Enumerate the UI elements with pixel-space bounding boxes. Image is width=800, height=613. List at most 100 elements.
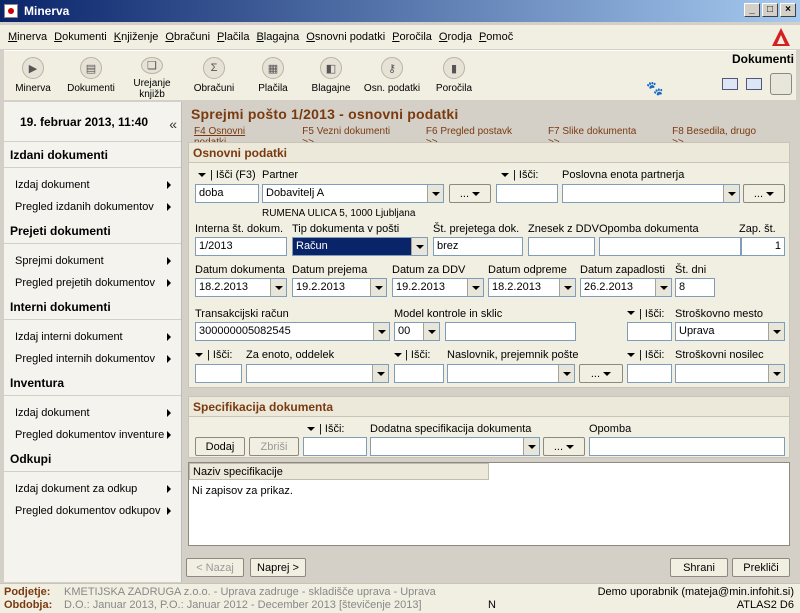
chevron-down-icon[interactable] xyxy=(558,365,574,382)
sidebar-item-izdaj-interni[interactable]: Izdaj interni dokument xyxy=(4,326,181,348)
delete-spec-button[interactable]: Zbriši xyxy=(249,437,299,456)
toolbar-osn-podatki-button[interactable]: ⚷ Osn. podatki xyxy=(360,51,424,100)
chevron-down-icon[interactable] xyxy=(427,185,443,202)
search-input[interactable]: doba xyxy=(195,184,259,203)
menu-dokumenti[interactable]: Dokumenti xyxy=(54,31,107,43)
enota-search-input[interactable] xyxy=(195,364,242,383)
spec-search-input[interactable] xyxy=(303,437,367,456)
next-button[interactable]: Naprej > xyxy=(250,558,306,577)
dropdown-arrow-icon[interactable] xyxy=(195,353,203,357)
menu-minerva[interactable]: Minerva xyxy=(8,31,47,43)
tip-dokumenta-select[interactable]: Račun xyxy=(292,237,428,256)
chevron-down-icon[interactable] xyxy=(372,365,388,382)
dropdown-arrow-icon[interactable] xyxy=(627,353,635,357)
dodatna-spec-combo[interactable] xyxy=(370,437,540,456)
save-button[interactable]: Shrani xyxy=(670,558,728,577)
menu-placila[interactable]: Plačila xyxy=(217,31,249,43)
sidebar-item-izdaj-dokument[interactable]: Izdaj dokument xyxy=(4,174,181,196)
naslovnik-combo[interactable] xyxy=(447,364,575,383)
za-enoto-combo[interactable] xyxy=(246,364,389,383)
back-button[interactable]: < Nazaj xyxy=(186,558,244,577)
dropdown-arrow-icon[interactable] xyxy=(394,353,402,357)
sidebar-item-pregled-odkupov[interactable]: Pregled dokumentov odkupov xyxy=(4,500,181,522)
dropdown-arrow-icon[interactable] xyxy=(501,173,509,177)
close-button[interactable]: × xyxy=(780,3,796,17)
chevron-down-icon[interactable] xyxy=(768,323,784,340)
chevron-down-icon[interactable] xyxy=(270,279,286,296)
chevron-down-icon[interactable] xyxy=(370,279,386,296)
sidebar-item-pregled-izdanih[interactable]: Pregled izdanih dokumentov xyxy=(4,196,181,218)
toolbar-urejanje-button[interactable]: ❑ Urejanje knjižb xyxy=(120,51,184,100)
business-unit-combo[interactable] xyxy=(562,184,740,203)
stroskovno-search-input[interactable] xyxy=(627,322,672,341)
menu-blagajna[interactable]: Blagajna xyxy=(256,31,299,43)
paw-icon[interactable]: 🐾 xyxy=(646,80,663,97)
sklic-input[interactable] xyxy=(445,322,576,341)
dropdown-arrow-icon[interactable] xyxy=(627,311,635,315)
cancel-button[interactable]: Prekliči xyxy=(732,558,790,577)
maximize-button[interactable]: □ xyxy=(762,3,778,17)
nosilec-search-input[interactable] xyxy=(627,364,672,383)
sidebar-item-pregled-prejetih[interactable]: Pregled prejetih dokumentov xyxy=(4,272,181,294)
datum-prejema-picker[interactable]: 19.2.2013 xyxy=(292,278,387,297)
chevron-down-icon[interactable] xyxy=(523,438,539,455)
partner-more-button[interactable]: ... xyxy=(449,184,491,203)
minimize-button[interactable]: _ xyxy=(744,3,760,17)
menu-pomoc[interactable]: Pomoč xyxy=(479,31,513,43)
partner-unit-search-input[interactable] xyxy=(496,184,558,203)
datum-dokumenta-picker[interactable]: 18.2.2013 xyxy=(195,278,287,297)
column-header-naziv[interactable]: Naziv specifikacije xyxy=(189,463,489,480)
chevron-down-icon[interactable] xyxy=(723,185,739,202)
naslovnik-more-button[interactable]: ... xyxy=(579,364,623,383)
datum-odpreme-picker[interactable]: 18.2.2013 xyxy=(488,278,576,297)
toolbar-obracuni-button[interactable]: Σ Obračuni xyxy=(184,51,244,100)
trr-combo[interactable]: 300000005082545 xyxy=(195,322,390,341)
mail-icon[interactable] xyxy=(722,78,738,90)
zap-st-input[interactable]: 1 xyxy=(741,237,785,256)
sidebar-item-sprejmi-dokument[interactable]: Sprejmi dokument xyxy=(4,250,181,272)
st-prejetega-input[interactable]: brez xyxy=(433,237,523,256)
datum-ddv-picker[interactable]: 19.2.2013 xyxy=(392,278,484,297)
naslovnik-search-input[interactable] xyxy=(394,364,444,383)
dropdown-arrow-icon[interactable] xyxy=(307,427,315,431)
spec-more-button[interactable]: ... xyxy=(543,437,585,456)
datum-zapadlosti-picker[interactable]: 26.2.2013 xyxy=(580,278,672,297)
toolbar-blagajne-button[interactable]: ◧ Blagajne xyxy=(302,51,360,100)
model-combo[interactable]: 00 xyxy=(394,322,440,341)
sidebar-item-pregled-inventure[interactable]: Pregled dokumentov inventure xyxy=(4,424,181,446)
sidebar-item-pregled-internih[interactable]: Pregled internih dokumentov xyxy=(4,348,181,370)
chevron-down-icon[interactable] xyxy=(768,365,784,382)
section-tab-dokumenti[interactable]: Dokumenti xyxy=(732,52,794,66)
sidebar-item-izdaj-odkup[interactable]: Izdaj dokument za odkup xyxy=(4,478,181,500)
chevron-down-icon[interactable] xyxy=(373,323,389,340)
menu-porocila[interactable]: Poročila xyxy=(392,31,432,43)
chevron-down-icon[interactable] xyxy=(467,279,483,296)
specification-grid[interactable]: Naziv specifikacije Ni zapisov za prikaz… xyxy=(188,462,790,546)
interna-st-input[interactable]: 1/2013 xyxy=(195,237,287,256)
chevron-down-icon[interactable] xyxy=(559,279,575,296)
add-spec-button[interactable]: Dodaj xyxy=(195,437,245,456)
stroskovni-nosilec-combo[interactable] xyxy=(675,364,785,383)
chevron-down-icon[interactable] xyxy=(411,238,427,255)
collapse-sidebar-icon[interactable]: « xyxy=(169,116,177,132)
chevron-down-icon[interactable] xyxy=(655,279,671,296)
stroskovno-mesto-combo[interactable]: Uprava xyxy=(675,322,785,341)
business-unit-more-button[interactable]: ... xyxy=(743,184,785,203)
toolbar-dokumenti-button[interactable]: ▤ Dokumenti xyxy=(62,51,120,100)
menu-orodja[interactable]: Orodja xyxy=(439,31,472,43)
toolbar-placila-button[interactable]: ▦ Plačila xyxy=(244,51,302,100)
menu-osnovni-podatki[interactable]: Osnovni podatki xyxy=(306,31,385,43)
znesek-input[interactable] xyxy=(528,237,595,256)
document-view-icon[interactable] xyxy=(770,73,792,95)
st-dni-input[interactable]: 8 xyxy=(675,278,715,297)
menu-obracuni[interactable]: Obračuni xyxy=(165,31,210,43)
partner-combo[interactable]: Dobavitelj A xyxy=(262,184,444,203)
opomba-input[interactable] xyxy=(599,237,741,256)
toolbar-minerva-button[interactable]: ▶ Minerva xyxy=(4,51,62,100)
chevron-down-icon[interactable] xyxy=(423,323,439,340)
sidebar-item-izdaj-inventura[interactable]: Izdaj dokument xyxy=(4,402,181,424)
menu-knjizenje[interactable]: Knjiženje xyxy=(114,31,159,43)
toolbar-porocila-button[interactable]: ▮ Poročila xyxy=(424,51,484,100)
dropdown-arrow-icon[interactable] xyxy=(198,173,206,177)
keyboard-icon[interactable] xyxy=(746,78,762,90)
